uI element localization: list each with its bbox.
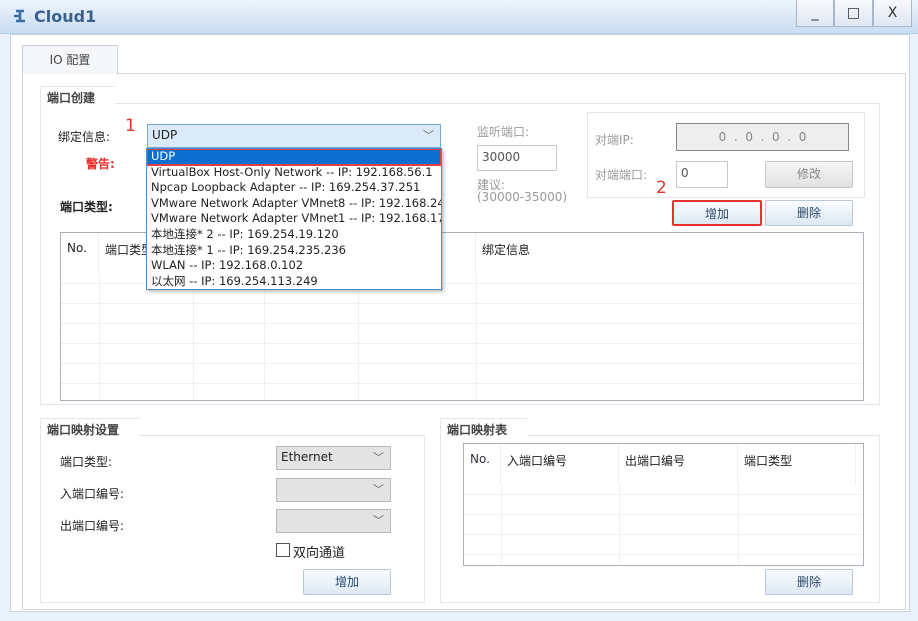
dropdown-option[interactable]: 本地连接* 1 -- IP: 169.254.235.236	[147, 243, 441, 259]
dropdown-option[interactable]: VMware Network Adapter VMnet8 -- IP: 192…	[147, 196, 441, 212]
dropdown-option[interactable]: UDP	[147, 149, 441, 166]
minimize-button[interactable]: _	[796, 0, 834, 27]
title-bar	[0, 0, 918, 34]
bidirectional-label: 双向通道	[293, 546, 346, 561]
chevron-down-icon: ﹀	[373, 514, 384, 527]
port-mapping-settings-label: 端口映射设置	[40, 418, 140, 440]
out-port-select[interactable]: ﹀	[276, 509, 391, 533]
maximize-button[interactable]: □	[834, 0, 873, 27]
chevron-down-icon: ﹀	[373, 451, 384, 464]
bind-info-combobox[interactable]: UDP ﹀	[147, 124, 441, 148]
window-title: Cloud1	[34, 7, 97, 26]
tab-io-config[interactable]: IO 配置	[22, 45, 118, 74]
dropdown-option[interactable]: VMware Network Adapter VMnet1 -- IP: 192…	[147, 211, 441, 227]
col-no: No.	[464, 444, 501, 484]
bind-info-value: UDP	[152, 128, 178, 142]
listen-port-label: 监听端口:	[477, 125, 530, 139]
modify-button[interactable]: 修改	[765, 161, 853, 188]
cloud-network-icon	[14, 9, 25, 23]
col-no: No.	[61, 233, 99, 273]
listen-port-input[interactable]: 30000	[477, 145, 557, 171]
map-port-type-label: 端口类型:	[60, 455, 113, 469]
port-mapping-table-label: 端口映射表	[440, 418, 528, 440]
mapping-table: No. 入端口编号 出端口编号 端口类型	[463, 443, 864, 566]
delete-mapping-button[interactable]: 删除	[765, 569, 853, 595]
add-mapping-button[interactable]: 增加	[303, 569, 391, 595]
delete-port-button[interactable]: 删除	[765, 200, 853, 226]
dropdown-option[interactable]: 以太网 -- IP: 169.254.113.249	[147, 274, 441, 289]
port-creation-label: 端口创建	[40, 86, 116, 108]
map-port-type-value: Ethernet	[281, 450, 333, 464]
port-type-label: 端口类型:	[60, 200, 113, 214]
dropdown-option[interactable]: Npcap Loopback Adapter -- IP: 169.254.37…	[147, 180, 441, 196]
bind-info-label: 绑定信息:	[58, 130, 111, 144]
bidirectional-checkbox[interactable]	[276, 543, 290, 557]
in-port-label: 入端口编号:	[60, 487, 125, 501]
in-port-select[interactable]: ﹀	[276, 478, 391, 502]
peer-port-input[interactable]: 0	[676, 161, 728, 188]
warning-label: 警告:	[86, 157, 115, 171]
add-port-button[interactable]: 增加	[672, 200, 762, 226]
col-in-port: 入端口编号	[501, 444, 619, 484]
dropdown-option[interactable]: VirtualBox Host-Only Network -- IP: 192.…	[147, 165, 441, 181]
suggest-range: (30000-35000)	[477, 190, 568, 204]
peer-port-label: 对端端口:	[595, 168, 648, 182]
dropdown-option[interactable]: WLAN -- IP: 192.168.0.102	[147, 258, 441, 274]
map-port-type-select[interactable]: Ethernet ﹀	[276, 446, 391, 470]
chevron-down-icon: ﹀	[423, 129, 434, 142]
peer-ip-label: 对端IP:	[595, 133, 634, 147]
bind-info-dropdown-list: UDP VirtualBox Host-Only Network -- IP: …	[146, 148, 442, 290]
annotation-2: 2	[656, 178, 667, 198]
out-port-label: 出端口编号:	[60, 519, 125, 533]
annotation-1: 1	[125, 116, 136, 136]
col-out-port: 出端口编号	[619, 444, 738, 484]
dropdown-option[interactable]: 本地连接* 2 -- IP: 169.254.19.120	[147, 227, 441, 243]
col-port-type: 端口类型	[738, 444, 856, 484]
chevron-down-icon: ﹀	[373, 483, 384, 496]
close-button[interactable]: X	[873, 0, 912, 27]
peer-ip-input[interactable]: 0 . 0 . 0 . 0	[676, 123, 849, 151]
col-bind-info: 绑定信息	[476, 233, 863, 273]
